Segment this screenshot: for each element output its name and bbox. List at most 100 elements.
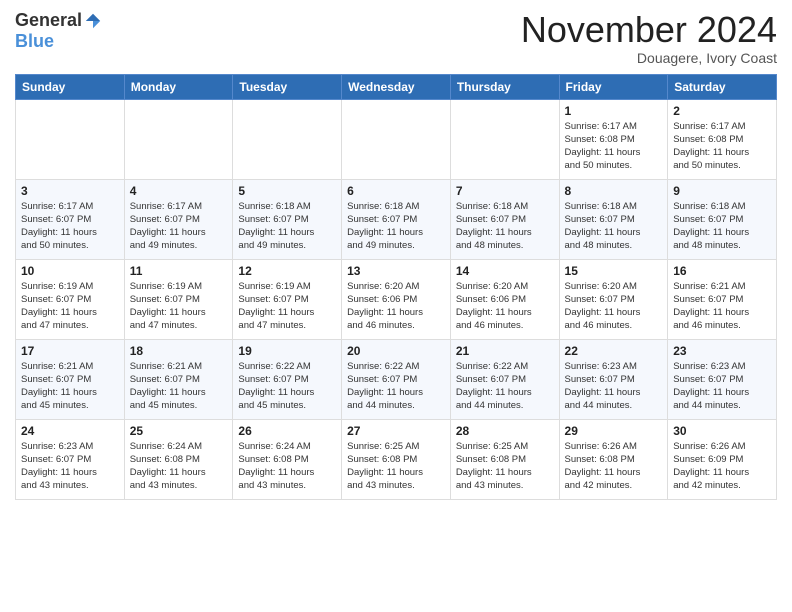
day-cell-3: 3 Sunrise: 6:17 AM Sunset: 6:07 PM Daylig… [16,179,125,259]
day-number: 7 [456,184,554,198]
day-number: 4 [130,184,228,198]
day-cell-9: 9Sunrise: 6:18 AM Sunset: 6:07 PM Daylig… [668,179,777,259]
day-number: 30 [673,424,771,438]
day-cell-12: 12 Sunrise: 6:19 AM Sunset: 6:07 PM Dayli… [233,259,342,339]
logo-general: General [15,10,82,31]
logo-blue-row: Blue [15,31,54,52]
day-number: 12 [238,264,336,278]
day-cell-28: 28 Sunrise: 6:25 AM Sunset: 6:08 PM Dayli… [450,419,559,499]
day-cell-8: 8 Sunrise: 6:18 AM Sunset: 6:07 PM Daylig… [559,179,668,259]
day-cell-23: 23Sunrise: 6:23 AM Sunset: 6:07 PM Dayli… [668,339,777,419]
day-cell-7: 7 Sunrise: 6:18 AM Sunset: 6:07 PM Daylig… [450,179,559,259]
day-info: Sunrise: 6:17 AM Sunset: 6:07 PM Dayligh… [130,200,228,253]
day-number: 21 [456,344,554,358]
day-cell-19: 19Sunrise: 6:22 AM Sunset: 6:07 PM Dayli… [233,339,342,419]
day-cell-1: 1 Sunrise: 6:17 AM Sunset: 6:08 PM Daylig… [559,99,668,179]
day-number: 28 [456,424,554,438]
day-cell-6: 6 Sunrise: 6:18 AM Sunset: 6:07 PM Daylig… [342,179,451,259]
title-area: November 2024 Douagere, Ivory Coast [521,10,777,66]
day-info: Sunrise: 6:22 AM Sunset: 6:07 PM Dayligh… [238,360,336,413]
day-number: 6 [347,184,445,198]
day-info: Sunrise: 6:25 AM Sunset: 6:08 PM Dayligh… [347,440,445,493]
logo-blue: Blue [15,31,54,52]
day-info: Sunrise: 6:18 AM Sunset: 6:07 PM Dayligh… [347,200,445,253]
day-cell-4: 4 Sunrise: 6:17 AM Sunset: 6:07 PM Daylig… [124,179,233,259]
day-cell-21: 21 Sunrise: 6:22 AM Sunset: 6:07 PM Dayli… [450,339,559,419]
empty-cell [16,99,125,179]
day-number: 24 [21,424,119,438]
empty-cell [124,99,233,179]
day-cell-17: 17 Sunrise: 6:21 AM Sunset: 6:07 PM Dayli… [16,339,125,419]
day-number: 20 [347,344,445,358]
day-info: Sunrise: 6:20 AM Sunset: 6:07 PM Dayligh… [565,280,663,333]
day-info: Sunrise: 6:21 AM Sunset: 6:07 PM Dayligh… [130,360,228,413]
day-cell-16: 16Sunrise: 6:21 AM Sunset: 6:07 PM Dayli… [668,259,777,339]
day-number: 22 [565,344,663,358]
day-info: Sunrise: 6:18 AM Sunset: 6:07 PM Dayligh… [673,200,771,253]
week-row-5: 24 Sunrise: 6:23 AM Sunset: 6:07 PM Dayli… [16,419,777,499]
day-cell-13: 13 Sunrise: 6:20 AM Sunset: 6:06 PM Dayli… [342,259,451,339]
day-number: 17 [21,344,119,358]
day-number: 27 [347,424,445,438]
week-row-1: 1 Sunrise: 6:17 AM Sunset: 6:08 PM Daylig… [16,99,777,179]
logo: General [15,10,102,31]
day-info: Sunrise: 6:17 AM Sunset: 6:08 PM Dayligh… [673,120,771,173]
day-cell-15: 15 Sunrise: 6:20 AM Sunset: 6:07 PM Dayli… [559,259,668,339]
empty-cell [342,99,451,179]
weekday-header-wednesday: Wednesday [342,74,451,99]
week-row-2: 3 Sunrise: 6:17 AM Sunset: 6:07 PM Daylig… [16,179,777,259]
day-info: Sunrise: 6:22 AM Sunset: 6:07 PM Dayligh… [347,360,445,413]
weekday-header-thursday: Thursday [450,74,559,99]
day-info: Sunrise: 6:24 AM Sunset: 6:08 PM Dayligh… [130,440,228,493]
logo-icon [84,12,102,30]
day-info: Sunrise: 6:21 AM Sunset: 6:07 PM Dayligh… [21,360,119,413]
day-info: Sunrise: 6:17 AM Sunset: 6:07 PM Dayligh… [21,200,119,253]
weekday-header-friday: Friday [559,74,668,99]
day-info: Sunrise: 6:23 AM Sunset: 6:07 PM Dayligh… [565,360,663,413]
day-cell-18: 18 Sunrise: 6:21 AM Sunset: 6:07 PM Dayli… [124,339,233,419]
weekday-header-row: SundayMondayTuesdayWednesdayThursdayFrid… [16,74,777,99]
day-number: 10 [21,264,119,278]
day-info: Sunrise: 6:18 AM Sunset: 6:07 PM Dayligh… [456,200,554,253]
day-cell-14: 14Sunrise: 6:20 AM Sunset: 6:06 PM Dayli… [450,259,559,339]
day-info: Sunrise: 6:17 AM Sunset: 6:08 PM Dayligh… [565,120,663,173]
logo-area: General Blue [15,10,102,52]
day-cell-22: 22 Sunrise: 6:23 AM Sunset: 6:07 PM Dayli… [559,339,668,419]
day-info: Sunrise: 6:23 AM Sunset: 6:07 PM Dayligh… [673,360,771,413]
day-number: 1 [565,104,663,118]
day-number: 13 [347,264,445,278]
day-info: Sunrise: 6:25 AM Sunset: 6:08 PM Dayligh… [456,440,554,493]
day-info: Sunrise: 6:22 AM Sunset: 6:07 PM Dayligh… [456,360,554,413]
weekday-header-saturday: Saturday [668,74,777,99]
day-number: 18 [130,344,228,358]
day-info: Sunrise: 6:19 AM Sunset: 6:07 PM Dayligh… [21,280,119,333]
day-info: Sunrise: 6:26 AM Sunset: 6:09 PM Dayligh… [673,440,771,493]
week-row-3: 10 Sunrise: 6:19 AM Sunset: 6:07 PM Dayli… [16,259,777,339]
day-cell-29: 29 Sunrise: 6:26 AM Sunset: 6:08 PM Dayli… [559,419,668,499]
week-row-4: 17 Sunrise: 6:21 AM Sunset: 6:07 PM Dayli… [16,339,777,419]
day-cell-30: 30 Sunrise: 6:26 AM Sunset: 6:09 PM Dayli… [668,419,777,499]
day-info: Sunrise: 6:21 AM Sunset: 6:07 PM Dayligh… [673,280,771,333]
day-info: Sunrise: 6:19 AM Sunset: 6:07 PM Dayligh… [130,280,228,333]
day-number: 3 [21,184,119,198]
day-number: 26 [238,424,336,438]
weekday-header-sunday: Sunday [16,74,125,99]
day-cell-25: 25 Sunrise: 6:24 AM Sunset: 6:08 PM Dayli… [124,419,233,499]
day-info: Sunrise: 6:18 AM Sunset: 6:07 PM Dayligh… [565,200,663,253]
day-number: 25 [130,424,228,438]
day-info: Sunrise: 6:26 AM Sunset: 6:08 PM Dayligh… [565,440,663,493]
day-number: 8 [565,184,663,198]
empty-cell [233,99,342,179]
day-number: 11 [130,264,228,278]
day-info: Sunrise: 6:20 AM Sunset: 6:06 PM Dayligh… [347,280,445,333]
day-number: 29 [565,424,663,438]
day-cell-11: 11 Sunrise: 6:19 AM Sunset: 6:07 PM Dayli… [124,259,233,339]
weekday-header-tuesday: Tuesday [233,74,342,99]
day-cell-26: 26Sunrise: 6:24 AM Sunset: 6:08 PM Dayli… [233,419,342,499]
day-number: 15 [565,264,663,278]
day-cell-5: 5Sunrise: 6:18 AM Sunset: 6:07 PM Daylig… [233,179,342,259]
day-info: Sunrise: 6:23 AM Sunset: 6:07 PM Dayligh… [21,440,119,493]
day-info: Sunrise: 6:19 AM Sunset: 6:07 PM Dayligh… [238,280,336,333]
day-cell-2: 2Sunrise: 6:17 AM Sunset: 6:08 PM Daylig… [668,99,777,179]
month-title: November 2024 [521,10,777,50]
